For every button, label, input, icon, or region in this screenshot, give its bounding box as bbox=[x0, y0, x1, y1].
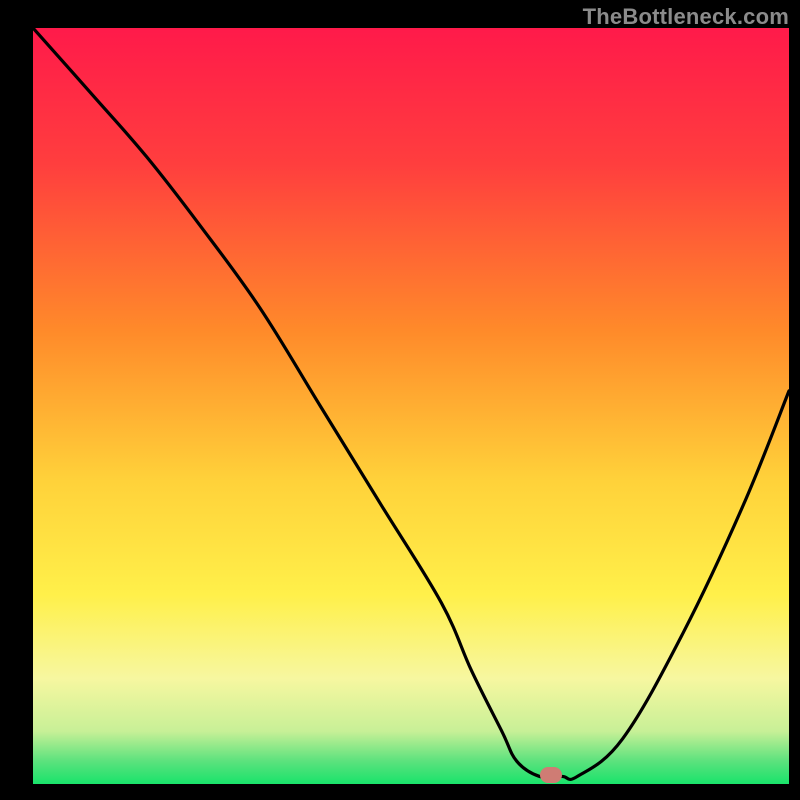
bottleneck-curve bbox=[33, 28, 789, 779]
outer-frame: TheBottleneck.com bbox=[0, 0, 800, 800]
plot-area bbox=[33, 28, 789, 784]
minimum-marker bbox=[540, 767, 563, 784]
curve-svg bbox=[33, 28, 789, 784]
watermark-text: TheBottleneck.com bbox=[583, 4, 789, 30]
